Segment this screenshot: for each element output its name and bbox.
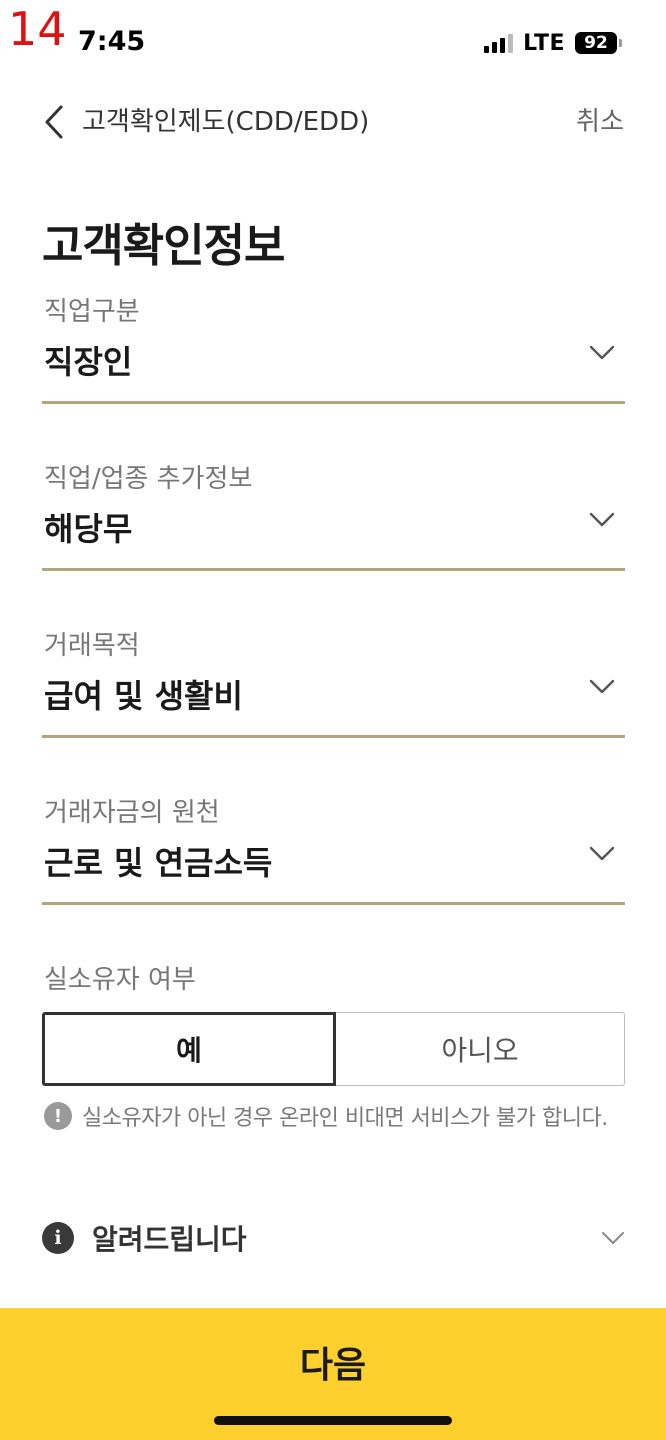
exclamation-circle-icon: ! <box>44 1102 72 1130</box>
battery-icon: 92 <box>575 32 622 54</box>
real-owner-label: 실소유자 여부 <box>44 965 196 995</box>
field-label: 거래목적 <box>44 631 140 661</box>
real-owner-yes-button[interactable]: 예 <box>42 1012 336 1086</box>
field-label: 거래자금의 원천 <box>44 798 220 828</box>
chevron-down-icon <box>589 512 615 527</box>
job-detail-select[interactable]: 해당무 <box>42 497 625 571</box>
notice-accordion[interactable]: i 알려드립니다 <box>42 1212 625 1264</box>
field-job-type: 직업구분 직장인 <box>42 294 625 404</box>
field-value: 직장인 <box>44 342 133 381</box>
real-owner-warning: ! 실소유자가 아닌 경우 온라인 비대면 서비스가 불가 합니다. <box>44 1100 608 1132</box>
chevron-left-icon <box>45 105 63 139</box>
battery-level: 92 <box>575 32 617 54</box>
signal-icon <box>484 33 514 53</box>
field-job-detail: 직업/업종 추가정보 해당무 <box>42 461 625 571</box>
chevron-down-icon <box>589 846 615 861</box>
info-circle-icon: i <box>42 1222 74 1254</box>
warning-text: 실소유자가 아닌 경우 온라인 비대면 서비스가 불가 합니다. <box>82 1106 608 1131</box>
field-value: 급여 및 생활비 <box>44 676 243 715</box>
status-time: 7:45 <box>78 26 146 57</box>
network-type: LTE <box>523 30 565 56</box>
field-label: 직업구분 <box>44 297 140 327</box>
page-title: 고객확인정보 <box>42 219 285 272</box>
back-button[interactable] <box>36 100 72 144</box>
screen: 14 7:45 LTE 92 고객확인제도(CDD/EDD) 취소 고객확인정보… <box>0 0 666 1440</box>
notice-title: 알려드립니다 <box>92 1223 247 1256</box>
real-owner-toggle: 예 아니오 <box>42 1012 625 1086</box>
home-indicator <box>214 1416 452 1425</box>
job-type-select[interactable]: 직장인 <box>42 330 625 404</box>
chevron-down-icon <box>589 345 615 360</box>
field-value: 근로 및 연금소득 <box>44 843 273 882</box>
fund-source-select[interactable]: 근로 및 연금소득 <box>42 831 625 905</box>
annotation-number: 14 <box>8 2 67 56</box>
chevron-down-icon <box>589 679 615 694</box>
real-owner-no-button[interactable]: 아니오 <box>336 1012 625 1086</box>
chevron-down-icon <box>602 1232 624 1244</box>
field-value: 해당무 <box>44 509 133 548</box>
field-transaction-purpose: 거래목적 급여 및 생활비 <box>42 628 625 738</box>
status-icons: LTE 92 <box>484 28 622 58</box>
cancel-button[interactable]: 취소 <box>576 105 624 139</box>
field-fund-source: 거래자금의 원천 근로 및 연금소득 <box>42 795 625 905</box>
transaction-purpose-select[interactable]: 급여 및 생활비 <box>42 664 625 738</box>
header-title: 고객확인제도(CDD/EDD) <box>82 107 370 137</box>
field-label: 직업/업종 추가정보 <box>44 464 253 494</box>
